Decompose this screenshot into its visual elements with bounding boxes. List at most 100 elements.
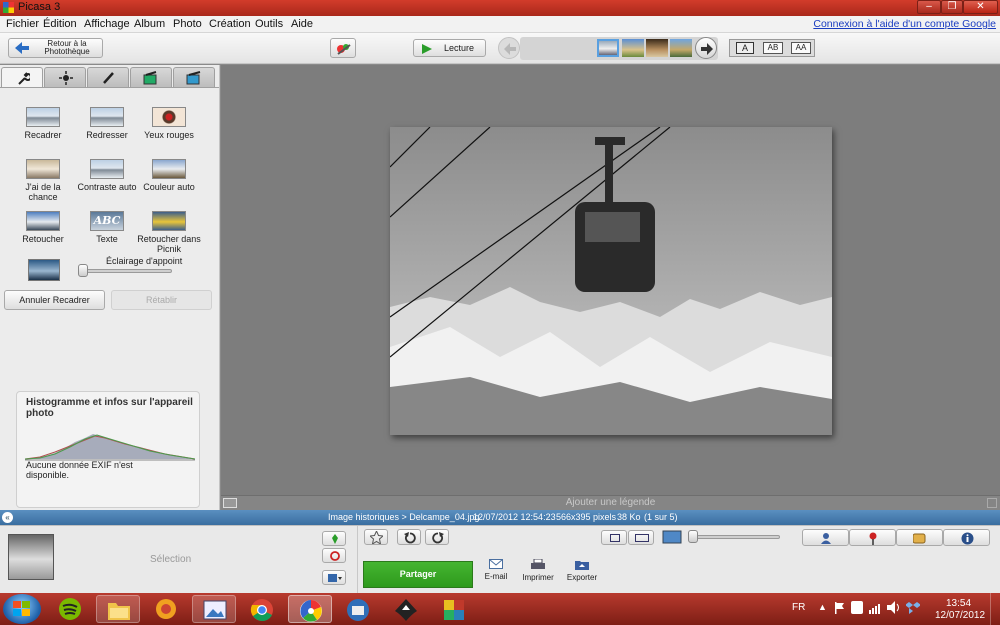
caption-mode-aa[interactable]: AA <box>791 42 811 54</box>
zoom-slider-handle[interactable] <box>688 530 698 543</box>
menu-aide[interactable]: Aide <box>291 18 313 30</box>
tag-icon <box>913 533 926 544</box>
caption-mode-a[interactable]: A <box>736 42 754 54</box>
tray-expand-icon[interactable]: ▲ <box>818 602 827 612</box>
notification-icon[interactable] <box>851 601 863 614</box>
menu-album[interactable]: Album <box>134 18 165 30</box>
taskbar-picture-viewer[interactable] <box>192 595 236 623</box>
undo-crop-button[interactable]: Annuler Recadrer <box>4 290 105 310</box>
tool-feeling-lucky[interactable]: J'ai de la chance <box>10 154 76 202</box>
people-button[interactable] <box>802 529 849 546</box>
maximize-button[interactable]: ❐ <box>941 0 963 14</box>
back-to-library-button[interactable]: Retour à la Photothèque <box>8 38 103 58</box>
info-datetime: 12/07/2012 12:54:23 <box>473 512 556 522</box>
tool-retouch[interactable]: Retoucher <box>10 206 76 252</box>
menu-creation[interactable]: Création <box>209 18 251 30</box>
share-button[interactable]: Partager <box>363 561 473 588</box>
email-icon <box>489 559 503 569</box>
rotate-right-button[interactable] <box>425 529 449 545</box>
show-desktop-button[interactable] <box>990 593 1000 625</box>
filmstrip-thumb-4[interactable] <box>670 39 692 57</box>
star-button[interactable] <box>364 529 388 545</box>
menu-photo[interactable]: Photo <box>173 18 202 30</box>
tool-auto-contrast[interactable]: Contraste auto <box>74 154 140 200</box>
tab-divider <box>0 87 219 88</box>
tool-text[interactable]: ABC Texte <box>74 206 140 252</box>
tool-picnik-label: Retoucher dans Picnik <box>137 234 201 254</box>
taskbar-thunderbird[interactable] <box>336 595 380 623</box>
taskbar-inkscape[interactable] <box>384 595 428 623</box>
properties-button[interactable] <box>943 529 990 546</box>
filmstrip-thumb-2[interactable] <box>622 39 644 57</box>
inkscape-icon <box>395 599 417 621</box>
rotate-left-button[interactable] <box>397 529 421 545</box>
edit-tool-button[interactable] <box>330 38 356 58</box>
filmstrip-thumb-1[interactable] <box>597 39 619 57</box>
clock-date[interactable]: 12/07/2012 <box>935 610 985 621</box>
language-indicator[interactable]: FR <box>792 602 805 613</box>
action-center-flag-icon[interactable] <box>834 602 845 614</box>
histogram-panel: Histogramme et infos sur l'appareil phot… <box>16 391 200 508</box>
tool-crop-label: Recadrer <box>24 130 62 140</box>
print-button[interactable]: Imprimer <box>520 558 556 582</box>
wrench-icon <box>18 72 30 85</box>
filmstrip-thumb-3[interactable] <box>646 39 668 57</box>
taskbar-media[interactable] <box>144 595 188 623</box>
menu-affichage[interactable]: Affichage <box>84 18 130 30</box>
fill-light-slider-handle[interactable] <box>78 264 88 277</box>
tool-crop[interactable]: Recadrer <box>10 102 76 148</box>
filmstrip <box>520 37 718 60</box>
volume-icon[interactable] <box>887 601 901 614</box>
email-label: E-mail <box>484 572 508 581</box>
picasa-app-icon <box>3 2 14 13</box>
network-signal-icon[interactable] <box>869 602 883 614</box>
clock-time[interactable]: 13:54 <box>946 598 971 609</box>
menu-fichier[interactable]: Fichier <box>6 18 39 30</box>
main-photo[interactable] <box>390 127 832 435</box>
zoom-slider-track[interactable] <box>690 535 780 539</box>
taskbar-puzzle[interactable] <box>432 595 476 623</box>
tool-red-eye-label: Yeux rouges <box>144 130 194 140</box>
email-button[interactable]: E-mail <box>482 559 510 581</box>
start-button[interactable] <box>3 594 41 624</box>
caption-input[interactable]: Ajouter une légende <box>221 497 1000 508</box>
minimize-button[interactable]: – <box>917 0 941 14</box>
view-compare-button[interactable] <box>628 530 654 545</box>
rotate-left-icon <box>404 532 416 544</box>
tab-effects-3[interactable] <box>173 67 215 87</box>
selection-thumbnail[interactable] <box>8 534 54 580</box>
tab-effects[interactable] <box>87 67 129 87</box>
tags-button[interactable] <box>896 529 943 546</box>
taskbar-explorer[interactable] <box>96 595 140 623</box>
previous-photo-button[interactable] <box>498 37 520 59</box>
fill-light-slider-track[interactable] <box>80 269 172 273</box>
view-single-button[interactable] <box>601 530 627 545</box>
close-button[interactable]: ✕ <box>963 0 998 14</box>
tab-effects-2[interactable] <box>130 67 172 87</box>
tool-picnik[interactable]: Retoucher dans Picnik <box>136 206 202 254</box>
tab-tuning[interactable] <box>44 67 86 87</box>
google-login-link[interactable]: Connexion à l'aide d'un compte Google <box>813 18 996 30</box>
hold-pin-button[interactable] <box>322 531 346 546</box>
dropbox-icon[interactable] <box>906 601 920 614</box>
tool-red-eye[interactable]: Yeux rouges <box>136 102 202 148</box>
taskbar-picasa[interactable] <box>288 595 332 623</box>
clear-selection-button[interactable] <box>322 548 346 563</box>
info-bar: « Image historiques > Delcampe_04.jpg 12… <box>0 510 1000 525</box>
geotag-button[interactable] <box>849 529 896 546</box>
tool-auto-color[interactable]: Couleur auto <box>136 154 202 200</box>
taskbar-spotify[interactable] <box>48 595 92 623</box>
menu-edition[interactable]: Édition <box>43 18 77 30</box>
export-button[interactable]: Exporter <box>564 559 600 582</box>
menu-outils[interactable]: Outils <box>255 18 283 30</box>
collapse-icon[interactable]: « <box>2 512 13 523</box>
play-slideshow-button[interactable]: Lecture <box>413 39 486 57</box>
retouch-thumb-icon <box>26 211 60 231</box>
next-photo-button[interactable] <box>695 37 717 59</box>
taskbar-chrome[interactable] <box>240 595 284 623</box>
album-add-button[interactable] <box>322 570 346 585</box>
caption-mode-ab[interactable]: AB <box>763 42 783 54</box>
tab-basic-fixes[interactable] <box>1 67 43 87</box>
restore-button[interactable]: Rétablir <box>111 290 212 310</box>
tool-straighten[interactable]: Redresser <box>74 102 140 148</box>
